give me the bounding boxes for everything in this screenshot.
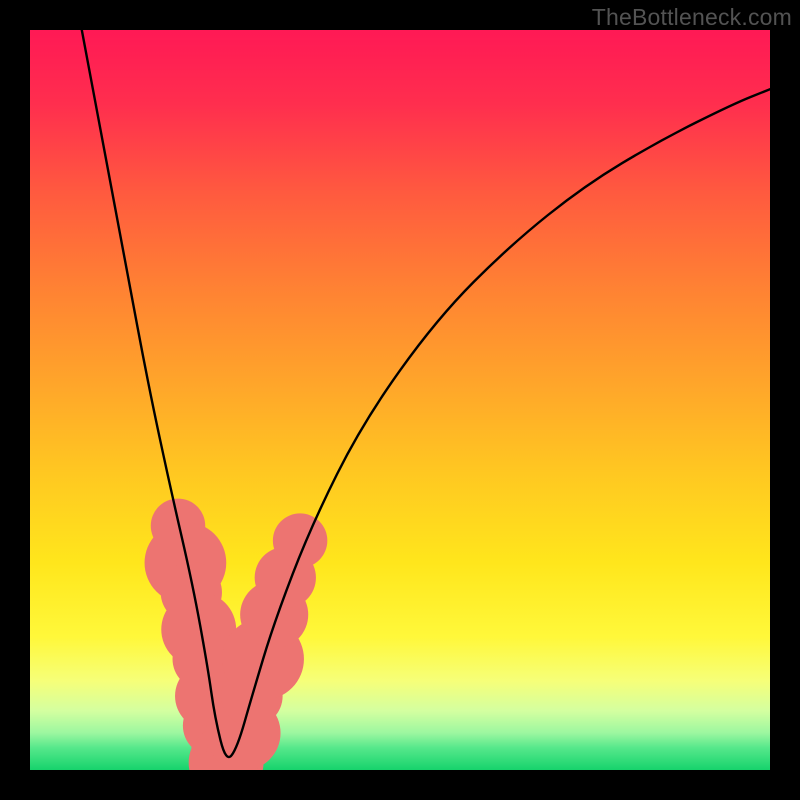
watermark-text: TheBottleneck.com (592, 4, 792, 31)
plot-area (30, 30, 770, 770)
highlight-point (273, 513, 327, 567)
curve-layer (30, 30, 770, 770)
highlight-group (145, 499, 328, 770)
chart-frame: TheBottleneck.com (0, 0, 800, 800)
